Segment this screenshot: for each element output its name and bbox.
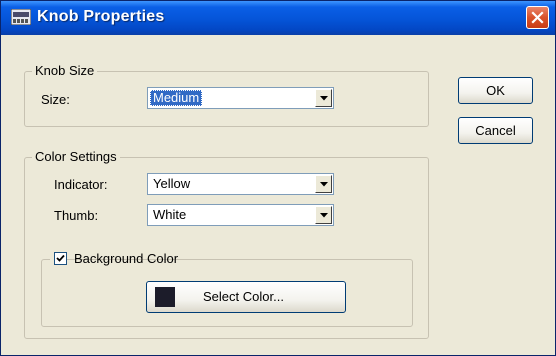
background-color-toggle[interactable]: Background Color [50,251,178,267]
size-label: Size: [41,92,70,107]
checkmark-icon [56,254,65,262]
background-color-label: Background Color [74,251,179,266]
cancel-button[interactable]: Cancel [458,117,533,144]
size-select[interactable]: Medium [147,87,334,109]
cancel-button-label: Cancel [475,123,516,138]
knob-properties-dialog: Knob Properties Knob Size Size: Medium C… [0,0,556,356]
size-selected-value: Medium [150,90,203,106]
chevron-down-icon [320,96,328,101]
thumb-selected-value: White [153,207,187,222]
indicator-selected-value: Yellow [153,176,191,191]
app-icon [10,8,32,26]
indicator-select[interactable]: Yellow [147,173,334,195]
thumb-select[interactable]: White [147,204,334,226]
background-color-checkbox[interactable] [54,252,67,265]
indicator-dropdown-button[interactable] [315,175,332,193]
window-title: Knob Properties [37,8,165,25]
thumb-label: Thumb: [54,208,99,223]
close-button[interactable] [526,6,549,29]
select-color-label: Select Color... [203,289,284,304]
thumb-dropdown-button[interactable] [315,206,332,224]
ok-button-label: OK [486,83,505,98]
size-dropdown-button[interactable] [315,89,332,107]
knob-size-legend: Knob Size [32,63,98,79]
chevron-down-icon [320,213,328,218]
title-bar[interactable]: Knob Properties [1,1,555,35]
color-swatch [155,287,175,307]
ok-button[interactable]: OK [458,77,533,104]
select-color-button[interactable]: Select Color... [146,281,346,313]
close-icon [531,11,544,24]
color-settings-legend: Color Settings [32,149,120,165]
indicator-label: Indicator: [54,177,108,192]
chevron-down-icon [320,182,328,187]
